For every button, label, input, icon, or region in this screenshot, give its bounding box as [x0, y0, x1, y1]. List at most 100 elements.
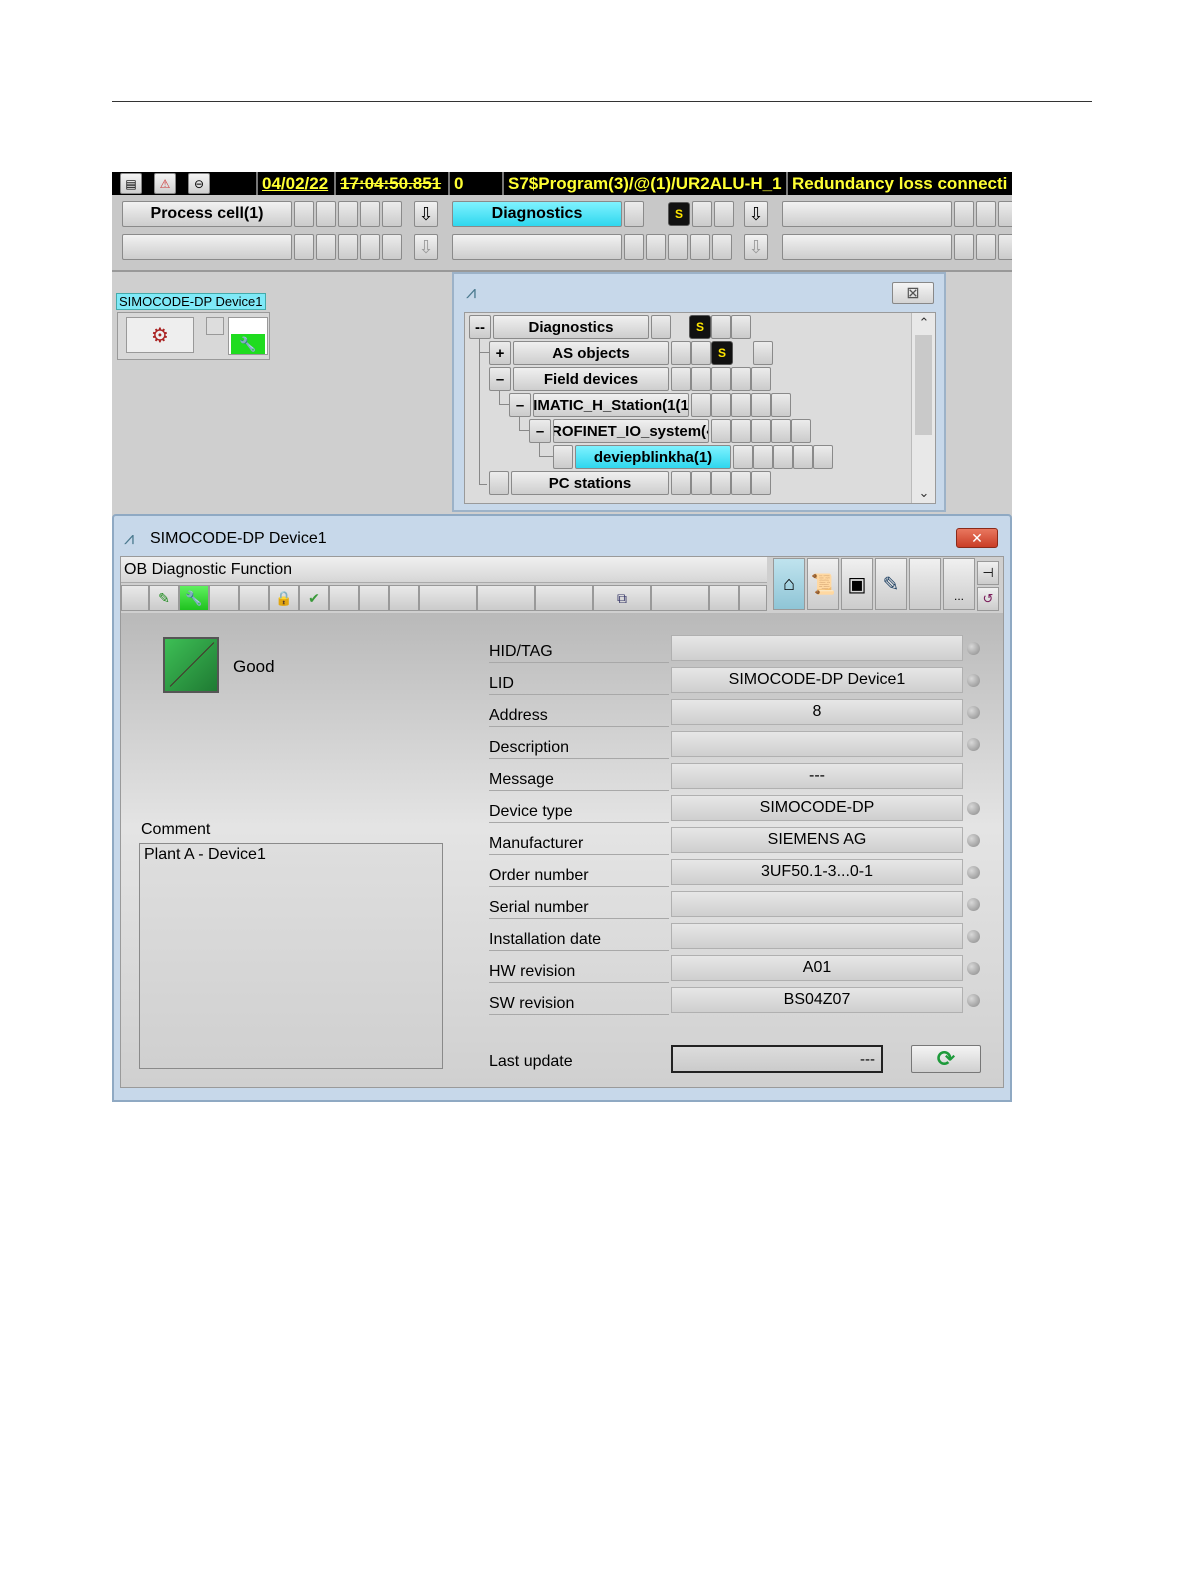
area-status-slot	[976, 234, 996, 260]
status-led-icon	[967, 962, 980, 975]
tree-status-slot	[731, 315, 751, 339]
area-button-process-cell[interactable]: Process cell(1)	[122, 201, 292, 227]
scroll-down-icon[interactable]: ⌄	[912, 483, 935, 503]
tree-node-device-selected[interactable]: deviepblinkha(1)	[575, 445, 731, 469]
area-button-empty[interactable]	[452, 234, 622, 260]
tree-status-slot	[711, 419, 731, 443]
tree-expander[interactable]: –	[489, 367, 511, 391]
param-value: SIMOCODE-DP	[671, 795, 963, 821]
tree-scrollbar[interactable]: ⌃ ⌄	[911, 313, 935, 503]
toolbar-slot[interactable]	[359, 585, 389, 611]
area-button-empty[interactable]	[782, 234, 952, 260]
param-label: Serial number	[489, 893, 669, 919]
tree-status-slot	[793, 445, 813, 469]
area-status-slot	[998, 234, 1012, 260]
area-button-diagnostics[interactable]: Diagnostics	[452, 201, 622, 227]
toolbar-slot[interactable]	[709, 585, 739, 611]
param-label: HID/TAG	[489, 637, 669, 663]
tree-connector	[519, 417, 529, 431]
toolbar-slot[interactable]	[535, 585, 593, 611]
parameter-view-icon[interactable]: ▣	[841, 558, 873, 610]
area-status-slot	[714, 201, 734, 227]
more-views-button[interactable]: ...	[943, 558, 975, 610]
message-view-icon[interactable]: 📜	[807, 558, 839, 610]
tree-status-slot	[671, 341, 691, 365]
toolbar-slot[interactable]	[121, 585, 149, 611]
close-button[interactable]: ⊠	[892, 282, 934, 304]
tree-expander[interactable]: –	[529, 419, 551, 443]
scroll-up-icon[interactable]: ⌃	[912, 313, 935, 333]
tree-node-as-objects[interactable]: AS objects	[513, 341, 669, 365]
pcs7-screenshot: ▤ ⚠ ⊖ 04/02/22 17:04:50.851 0 S7$Program…	[112, 172, 1012, 1102]
toolbar-slot[interactable]	[329, 585, 359, 611]
param-row: Installation date	[489, 921, 983, 951]
block-icon[interactable]: ⚙ 🔧	[117, 312, 270, 360]
area-down-arrow-icon[interactable]: ⇩	[414, 201, 438, 227]
param-value	[671, 635, 963, 661]
param-row: HW revision A01	[489, 953, 983, 983]
scroll-thumb[interactable]	[915, 335, 932, 435]
pin-icon[interactable]: ⊣	[977, 561, 999, 585]
tree-expander[interactable]: –	[509, 393, 531, 417]
tree-status-slot	[791, 419, 811, 443]
lock-icon[interactable]: 🔒	[269, 585, 299, 611]
tree-status-slot	[691, 393, 711, 417]
tree-node-diagnostics[interactable]: Diagnostics	[493, 315, 649, 339]
tree-node-h-station[interactable]: IMATIC_H_Station(1(1	[533, 393, 689, 417]
toolbar-slot[interactable]	[389, 585, 419, 611]
status-led-icon	[967, 834, 980, 847]
tree-connector	[539, 443, 553, 457]
network-icon[interactable]: ⧉	[593, 585, 651, 611]
horn-icon[interactable]: ⊖	[188, 173, 210, 194]
area-status-slot	[998, 201, 1012, 227]
toolbar-slot[interactable]	[739, 585, 767, 611]
simulation-badge: S	[668, 202, 690, 226]
tree-expander[interactable]: --	[469, 315, 491, 339]
status-led-icon	[967, 706, 980, 719]
tree-status-slot	[751, 471, 771, 495]
maintenance-view-icon[interactable]: ✎	[875, 558, 907, 610]
home-view-icon[interactable]: ⌂	[773, 558, 805, 610]
maintenance-request-icon[interactable]: ✎	[149, 585, 179, 611]
toolbar-slot[interactable]	[209, 585, 239, 611]
alarm-ack-icon[interactable]: ⚠	[154, 173, 176, 194]
param-row: SW revision BS04Z07	[489, 985, 983, 1015]
tree-node-io-system[interactable]: ROFINET_IO_system(‹	[553, 419, 709, 443]
toolbar-slot[interactable]	[651, 585, 709, 611]
toolbar-slot[interactable]	[419, 585, 477, 611]
status-led-icon	[967, 738, 980, 751]
area-down-arrow-icon[interactable]: ⇩	[744, 234, 768, 260]
tree-status-slot	[731, 367, 751, 391]
maintenance-ok-icon[interactable]: 🔧	[179, 585, 209, 611]
tree-status-slot	[771, 419, 791, 443]
tree-status-slot	[773, 445, 793, 469]
refresh-button[interactable]: ⟳	[911, 1045, 981, 1073]
toolbar-slot[interactable]	[239, 585, 269, 611]
area-button-empty[interactable]	[782, 201, 952, 227]
tree-status-slot	[731, 393, 751, 417]
block-icon-label[interactable]: SIMOCODE-DP Device1	[116, 293, 266, 310]
area-status-slot	[954, 234, 974, 260]
area-status-slot	[692, 201, 712, 227]
area-button-empty[interactable]	[122, 234, 292, 260]
tree-connector	[499, 391, 509, 405]
param-label: SW revision	[489, 989, 669, 1015]
acknowledge-icon[interactable]: ✔	[299, 585, 329, 611]
toolbar-slot[interactable]	[477, 585, 535, 611]
view-slot[interactable]	[909, 558, 941, 610]
simulation-badge: S	[689, 315, 711, 339]
area-down-arrow-icon[interactable]: ⇩	[414, 234, 438, 260]
return-icon[interactable]: ↺	[977, 587, 999, 611]
area-down-arrow-icon[interactable]: ⇩	[744, 201, 768, 227]
area-status-slot	[712, 234, 732, 260]
overview-icon[interactable]: ▤	[120, 173, 142, 194]
tree-status-slot	[671, 471, 691, 495]
param-value: A01	[671, 955, 963, 981]
comment-field[interactable]: Plant A - Device1	[139, 843, 443, 1069]
faceplate-close-button[interactable]: ✕	[956, 528, 998, 548]
tree-expander[interactable]: +	[489, 341, 511, 365]
tree-node-pc-stations[interactable]: PC stations	[511, 471, 669, 495]
tree-node-field-devices[interactable]: Field devices	[513, 367, 669, 391]
tree-connector	[479, 353, 487, 485]
tree-status-slot	[711, 471, 731, 495]
